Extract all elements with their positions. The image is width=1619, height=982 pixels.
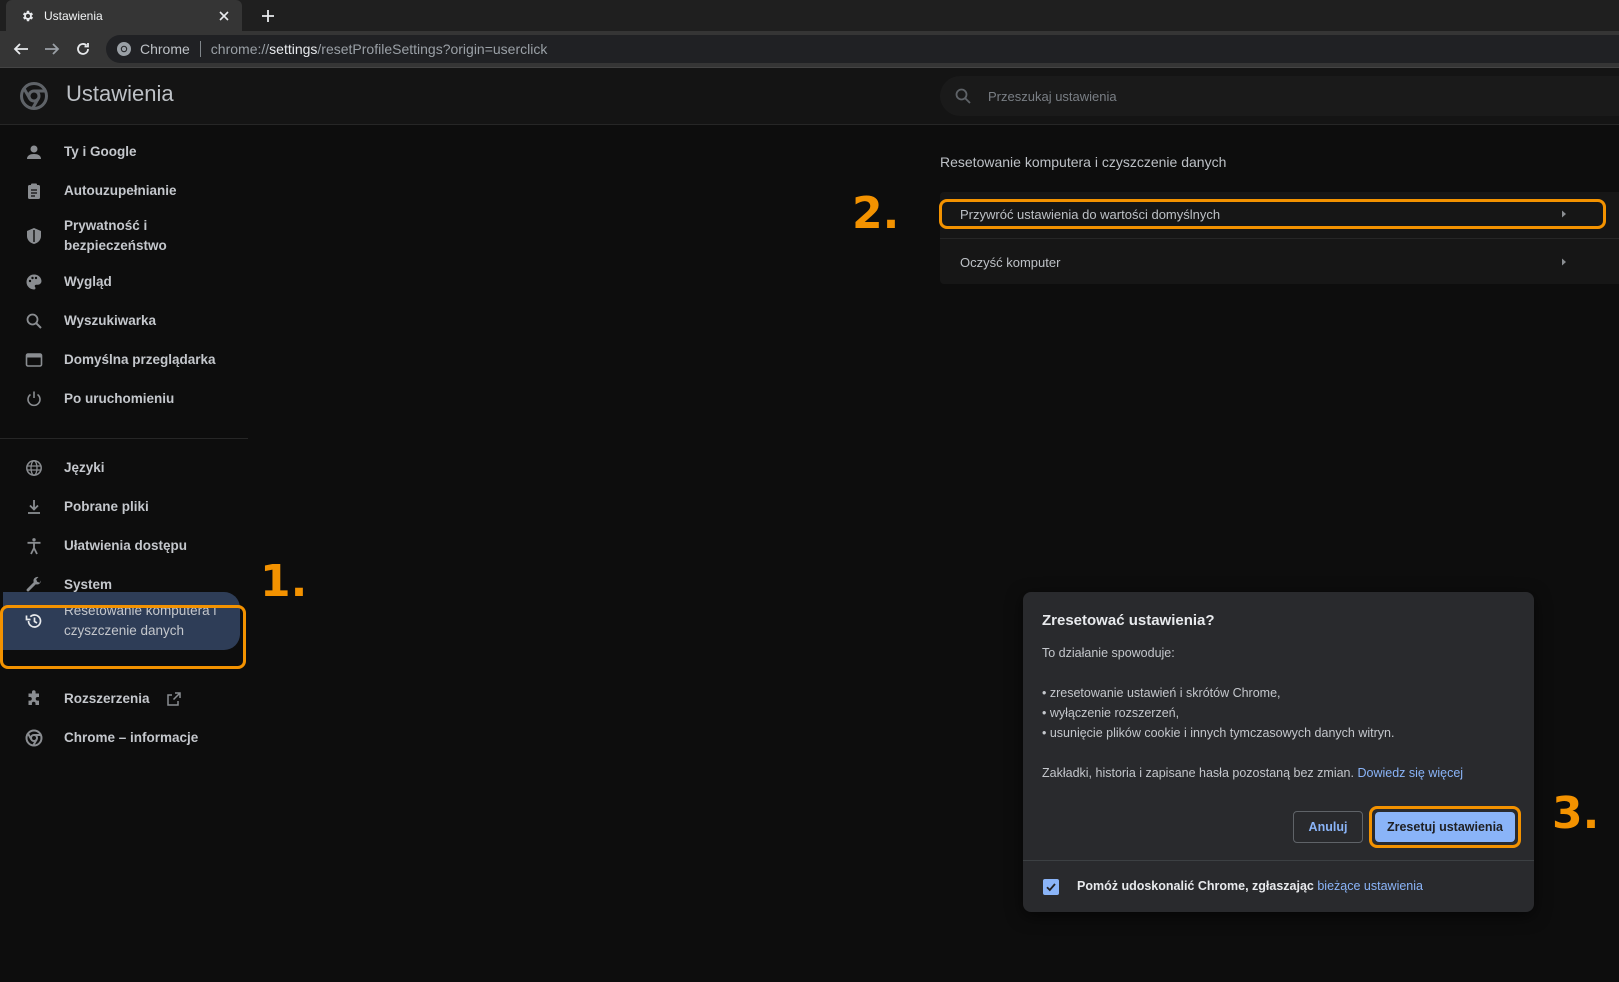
sidebar-item-about-chrome[interactable]: Chrome – informacje	[0, 724, 246, 752]
footer-text: Pomóż udoskonalić Chrome, zgłaszając	[1077, 879, 1314, 893]
browser-toolbar: Chrome chrome://settings/resetProfileSet…	[0, 31, 1619, 68]
sidebar-item-you-and-google[interactable]: Ty i Google	[0, 138, 246, 166]
chrome-icon	[116, 41, 132, 57]
shield-icon	[24, 226, 44, 246]
back-button[interactable]	[12, 40, 30, 58]
cancel-button[interactable]: Anuluj	[1293, 811, 1363, 843]
sidebar-item-label: Prywatność i bezpieczeństwo	[64, 218, 167, 253]
new-tab-button[interactable]	[258, 6, 278, 26]
row-divider	[940, 238, 1619, 239]
checkmark-icon	[1046, 883, 1056, 892]
sidebar-item-on-startup[interactable]: Po uruchomieniu	[0, 385, 246, 413]
chrome-logo-icon	[20, 82, 48, 110]
search-box[interactable]	[940, 76, 1619, 116]
puzzle-icon	[24, 689, 44, 709]
url-host: settings	[269, 41, 318, 57]
tab-settings[interactable]: Ustawienia	[6, 0, 242, 31]
browser-window-icon	[24, 350, 44, 370]
dialog-note-line: Zakładki, historia i zapisane hasła pozo…	[1042, 766, 1463, 780]
sidebar-item-label: Wygląd	[64, 274, 112, 289]
sidebar-item-label: Wyszukiwarka	[64, 313, 157, 328]
dialog-intro: To działanie spowoduje:	[1042, 646, 1175, 660]
reset-settings-dialog: Zresetować ustawienia? To działanie spow…	[1023, 592, 1534, 912]
learn-more-link[interactable]: Dowiedz się więcej	[1357, 766, 1463, 780]
sidebar-item-label: Pobrane pliki	[64, 499, 149, 514]
step1-highlight-box	[0, 605, 246, 669]
step1-label: 1.	[260, 556, 308, 607]
sidebar-item-autofill[interactable]: Autouzupełnianie	[0, 177, 246, 205]
row-label: Oczyść komputer	[960, 254, 1061, 270]
report-settings-checkbox[interactable]	[1043, 879, 1059, 895]
sidebar-item-extensions[interactable]: Rozszerzenia	[0, 685, 246, 713]
external-link-icon	[166, 691, 182, 707]
url-text: chrome://settings/resetProfileSettings?o…	[211, 41, 548, 57]
section-title: Resetowanie komputera i czyszczenie dany…	[940, 154, 1227, 170]
dialog-footer-divider	[1023, 860, 1534, 861]
sidebar-item-label: Ułatwienia dostępu	[64, 538, 188, 553]
sidebar-item-label: Po uruchomieniu	[64, 391, 175, 406]
sidebar-item-label: Języki	[64, 460, 105, 475]
settings-header: Ustawienia	[0, 68, 1619, 125]
accessibility-icon	[24, 536, 44, 556]
sidebar-item-accessibility[interactable]: Ułatwienia dostępu	[0, 532, 246, 560]
person-icon	[24, 142, 44, 162]
url-prefix: chrome://	[210, 41, 270, 57]
close-icon[interactable]	[216, 8, 232, 24]
current-settings-link[interactable]: bieżące ustawienia	[1317, 879, 1423, 893]
step3-label: 3.	[1552, 788, 1600, 839]
dialog-bullet: • wyłączenie rozszerzeń,	[1042, 706, 1180, 720]
sidebar-item-label: Autouzupełnianie	[64, 183, 177, 198]
sidebar-item-label: Chrome – informacje	[64, 730, 199, 745]
omnibox-separator	[199, 41, 201, 57]
sidebar-item-privacy[interactable]: Prywatność i bezpieczeństwo	[0, 215, 246, 257]
omnibox-chip: Chrome	[140, 41, 190, 57]
tab-title: Ustawienia	[44, 8, 103, 23]
step3-highlight-box	[1369, 806, 1521, 848]
url-path: /resetProfileSettings?origin=userclick	[317, 41, 548, 57]
sidebar-divider	[0, 438, 248, 439]
address-bar[interactable]: Chrome chrome://settings/resetProfileSet…	[106, 35, 1619, 63]
sidebar-item-label: Rozszerzenia	[64, 691, 150, 706]
dialog-bullet: • zresetowanie ustawień i skrótów Chrome…	[1042, 686, 1281, 700]
sidebar-item-downloads[interactable]: Pobrane pliki	[0, 493, 246, 521]
clipboard-icon	[24, 181, 44, 201]
sidebar-item-label: Domyślna przeglądarka	[64, 352, 216, 367]
globe-icon	[24, 458, 44, 478]
step2-highlight-box	[939, 199, 1606, 229]
sidebar-item-default-browser[interactable]: Domyślna przeglądarka	[0, 346, 246, 374]
tab-strip: Ustawienia	[0, 0, 1619, 31]
sidebar-item-search-engine[interactable]: Wyszukiwarka	[0, 307, 246, 335]
power-icon	[24, 389, 44, 409]
report-settings-label: Pomóż udoskonalić Chrome, zgłaszając bie…	[1077, 879, 1423, 893]
dialog-note: Zakładki, historia i zapisane hasła pozo…	[1042, 766, 1354, 780]
step2-label: 2.	[852, 188, 900, 239]
arrow-right-icon	[1558, 256, 1570, 268]
dialog-bullet: • usunięcie plików cookie i innych tymcz…	[1042, 726, 1395, 740]
page-title: Ustawienia	[66, 81, 174, 106]
clean-up-computer-row[interactable]: Oczyść komputer	[940, 240, 1619, 284]
sidebar-item-appearance[interactable]: Wygląd	[0, 268, 246, 296]
sidebar-item-label: Ty i Google	[64, 144, 137, 159]
reload-button[interactable]	[74, 40, 92, 58]
search-icon	[24, 311, 44, 331]
sidebar-item-languages[interactable]: Języki	[0, 454, 246, 482]
chrome-icon	[24, 728, 44, 748]
search-input[interactable]	[986, 87, 1490, 105]
search-icon	[954, 87, 972, 105]
forward-button[interactable]	[43, 40, 61, 58]
gear-icon	[20, 8, 36, 24]
palette-icon	[24, 272, 44, 292]
dialog-title: Zresetować ustawienia?	[1042, 612, 1215, 629]
download-icon	[24, 497, 44, 517]
